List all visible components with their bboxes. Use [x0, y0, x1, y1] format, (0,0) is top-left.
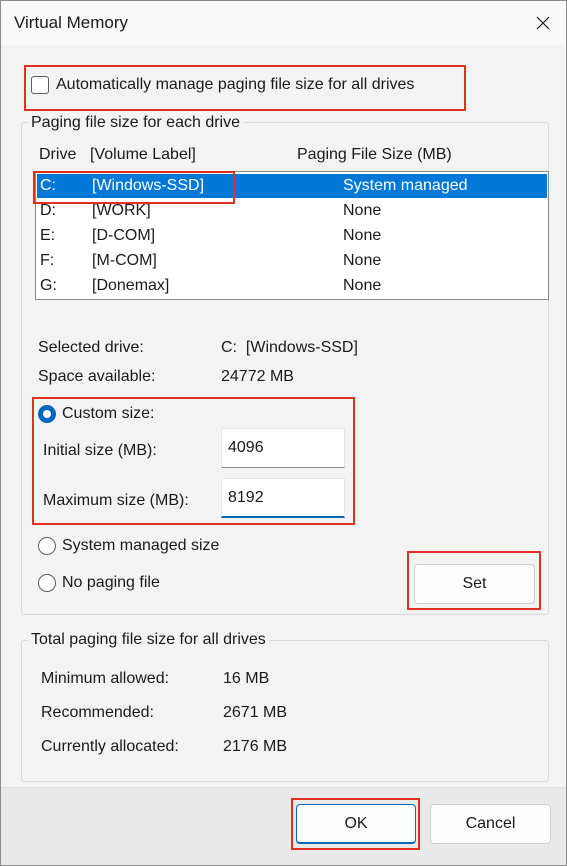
highlight-ok-button	[291, 798, 420, 850]
system-managed-radio[interactable]	[38, 537, 56, 555]
header-volume-label: [Volume Label]	[90, 146, 196, 163]
space-available-label: Space available:	[38, 368, 156, 385]
highlight-selected-drive	[33, 171, 235, 204]
drive-letter: E:	[40, 227, 56, 244]
header-paging-size: Paging File Size (MB)	[297, 146, 452, 163]
currently-allocated-value: 2176 MB	[223, 738, 288, 755]
drive-letter: G:	[40, 277, 57, 294]
drive-paging-size: None	[343, 227, 382, 244]
selected-drive-label: Selected drive:	[38, 339, 144, 356]
drive-row-g[interactable]: G: [Donemax] None	[37, 274, 547, 298]
selected-drive-value: C: [Windows-SSD]	[221, 339, 358, 356]
highlight-set-button	[407, 551, 541, 610]
paging-file-group-caption: Paging file size for each drive	[28, 114, 243, 132]
minimum-allowed-value: 16 MB	[223, 670, 270, 687]
drive-row-e[interactable]: E: [D-COM] None	[37, 224, 547, 248]
header-drive: Drive	[39, 146, 77, 163]
total-paging-group-caption: Total paging file size for all drives	[28, 631, 269, 649]
virtual-memory-dialog: Virtual Memory Automatically manage pagi…	[0, 0, 567, 866]
drive-row-f[interactable]: F: [M-COM] None	[37, 249, 547, 273]
drive-volume-label: [WORK]	[92, 202, 151, 219]
highlight-auto-manage	[24, 65, 466, 111]
drive-paging-size: System managed	[343, 177, 468, 194]
title-bar: Virtual Memory	[1, 1, 566, 45]
drive-volume-label: [Donemax]	[92, 277, 170, 294]
drive-volume-label: [M-COM]	[92, 252, 157, 269]
system-managed-label: System managed size	[62, 537, 220, 554]
drive-paging-size: None	[343, 252, 382, 269]
close-icon	[536, 16, 550, 30]
drive-letter: D:	[40, 202, 56, 219]
drive-paging-size: None	[343, 202, 382, 219]
currently-allocated-label: Currently allocated:	[41, 738, 179, 755]
recommended-label: Recommended:	[41, 704, 154, 721]
cancel-button[interactable]: Cancel	[430, 804, 551, 844]
space-available-value: 24772 MB	[221, 368, 294, 385]
close-button[interactable]	[520, 1, 566, 45]
drive-paging-size: None	[343, 277, 382, 294]
recommended-value: 2671 MB	[223, 704, 288, 721]
window-title: Virtual Memory	[14, 13, 128, 32]
system-managed-radio-row[interactable]: System managed size	[38, 537, 219, 555]
drive-letter: F:	[40, 252, 55, 269]
minimum-allowed-label: Minimum allowed:	[41, 670, 170, 687]
drive-volume-label: [D-COM]	[92, 227, 156, 244]
no-paging-label: No paging file	[62, 574, 160, 591]
no-paging-radio-row[interactable]: No paging file	[38, 574, 160, 592]
highlight-custom-size	[32, 397, 355, 525]
no-paging-radio[interactable]	[38, 574, 56, 592]
